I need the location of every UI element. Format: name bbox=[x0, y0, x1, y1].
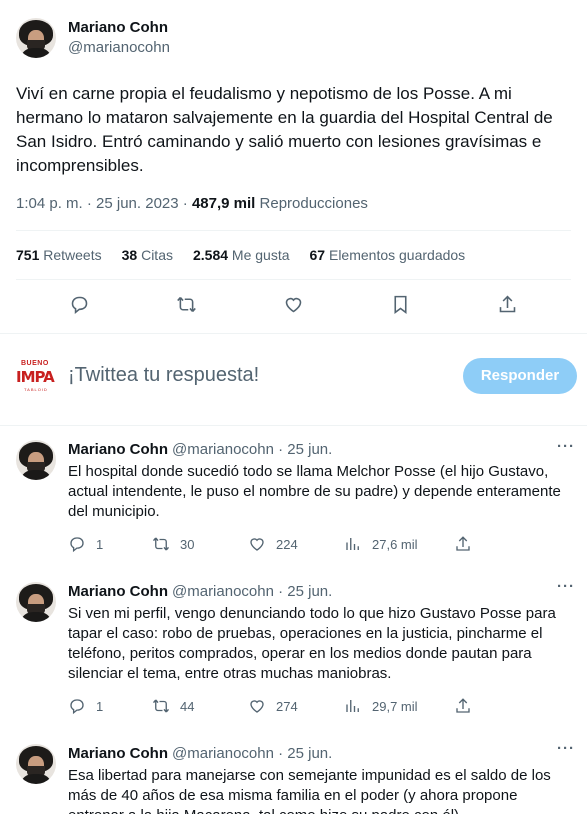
main-tweet: Mariano Cohn @marianocohn Viví en carne … bbox=[0, 0, 587, 333]
reply-item[interactable]: Mariano Cohn @marianocohn · 25 jun. Esa … bbox=[0, 728, 587, 814]
bookmark-icon[interactable] bbox=[390, 294, 411, 320]
like-count[interactable]: 224 bbox=[248, 535, 344, 553]
reply-author-name[interactable]: Mariano Cohn bbox=[68, 582, 168, 602]
reply-meta[interactable]: @marianocohn · 25 jun. bbox=[172, 582, 332, 602]
reply-actions: 1 44 274 29,7 mil bbox=[68, 696, 571, 716]
retweet-count[interactable]: 30 bbox=[152, 535, 248, 553]
share-icon[interactable] bbox=[454, 535, 482, 553]
stat-retweets[interactable]: 751 Retweets bbox=[16, 245, 102, 265]
author-name[interactable]: Mariano Cohn bbox=[68, 18, 170, 38]
views-count[interactable]: 29,7 mil bbox=[344, 697, 454, 715]
share-icon[interactable] bbox=[454, 697, 482, 715]
action-bar bbox=[16, 279, 571, 333]
reply-meta[interactable]: @marianocohn · 25 jun. bbox=[172, 744, 332, 764]
like-icon[interactable] bbox=[283, 294, 304, 320]
reply-meta[interactable]: @marianocohn · 25 jun. bbox=[172, 440, 332, 460]
author-names: Mariano Cohn @marianocohn bbox=[68, 18, 170, 58]
reply-button[interactable]: Responder bbox=[463, 357, 577, 394]
avatar[interactable] bbox=[16, 744, 56, 784]
more-icon[interactable]: ··· bbox=[557, 740, 575, 757]
avatar[interactable] bbox=[16, 440, 56, 480]
views-label: Reproducciones bbox=[259, 195, 368, 212]
like-icon bbox=[250, 700, 264, 713]
author-handle[interactable]: @marianocohn bbox=[68, 38, 170, 58]
reply-actions: 1 30 224 27,6 mil bbox=[68, 534, 571, 554]
retweet-icon[interactable] bbox=[176, 294, 197, 320]
stat-bookmarks[interactable]: 67 Elementos guardados bbox=[310, 245, 466, 265]
reply-count[interactable]: 1 bbox=[68, 535, 152, 553]
views-icon bbox=[346, 700, 359, 712]
avatar[interactable] bbox=[16, 582, 56, 622]
views-icon bbox=[346, 538, 359, 550]
reply-icon bbox=[70, 537, 84, 553]
reply-composer: BUENO IMPA TABLOID ¡Twittea tu respuesta… bbox=[0, 333, 587, 417]
more-icon[interactable]: ··· bbox=[557, 578, 575, 595]
views-count[interactable]: 27,6 mil bbox=[344, 535, 454, 553]
like-icon bbox=[250, 538, 264, 551]
user-logo[interactable]: BUENO IMPA TABLOID bbox=[16, 356, 56, 396]
reply-icon bbox=[70, 699, 84, 715]
author-row: Mariano Cohn @marianocohn bbox=[16, 14, 571, 62]
stat-quotes[interactable]: 38 Citas bbox=[122, 245, 173, 265]
reply-text: El hospital donde sucedió todo se llama … bbox=[68, 463, 561, 520]
retweet-count[interactable]: 44 bbox=[152, 697, 248, 715]
reply-icon[interactable] bbox=[69, 294, 90, 320]
retweet-icon bbox=[152, 699, 170, 713]
reply-author-name[interactable]: Mariano Cohn bbox=[68, 744, 168, 764]
avatar[interactable] bbox=[16, 18, 56, 58]
reply-item[interactable]: Mariano Cohn @marianocohn · 25 jun. Si v… bbox=[0, 566, 587, 728]
reply-item[interactable]: Mariano Cohn @marianocohn · 25 jun. El h… bbox=[0, 426, 587, 566]
timestamp[interactable]: 1:04 p. m. · 25 jun. 2023 · bbox=[16, 195, 188, 212]
like-count[interactable]: 274 bbox=[248, 697, 344, 715]
reply-count[interactable]: 1 bbox=[68, 697, 152, 715]
tweet-text: Viví en carne propia el feudalismo y nep… bbox=[16, 84, 553, 175]
share-icon[interactable] bbox=[497, 294, 518, 320]
retweet-icon bbox=[152, 537, 170, 551]
stats-row: 751 Retweets 38 Citas 2.584 Me gusta 67 … bbox=[16, 230, 571, 279]
views-count: 487,9 mil bbox=[191, 195, 256, 212]
reply-text: Esa libertad para manejarse con semejant… bbox=[68, 767, 551, 814]
reply-text: Si ven mi perfil, vengo denunciando todo… bbox=[68, 605, 556, 682]
reply-author-name[interactable]: Mariano Cohn bbox=[68, 440, 168, 460]
stat-likes[interactable]: 2.584 Me gusta bbox=[193, 245, 290, 265]
reply-input[interactable]: ¡Twittea tu respuesta! bbox=[68, 364, 463, 387]
tweet-meta: 1:04 p. m. · 25 jun. 2023 · 487,9 mil Re… bbox=[16, 194, 571, 214]
more-icon[interactable]: ··· bbox=[557, 438, 575, 455]
